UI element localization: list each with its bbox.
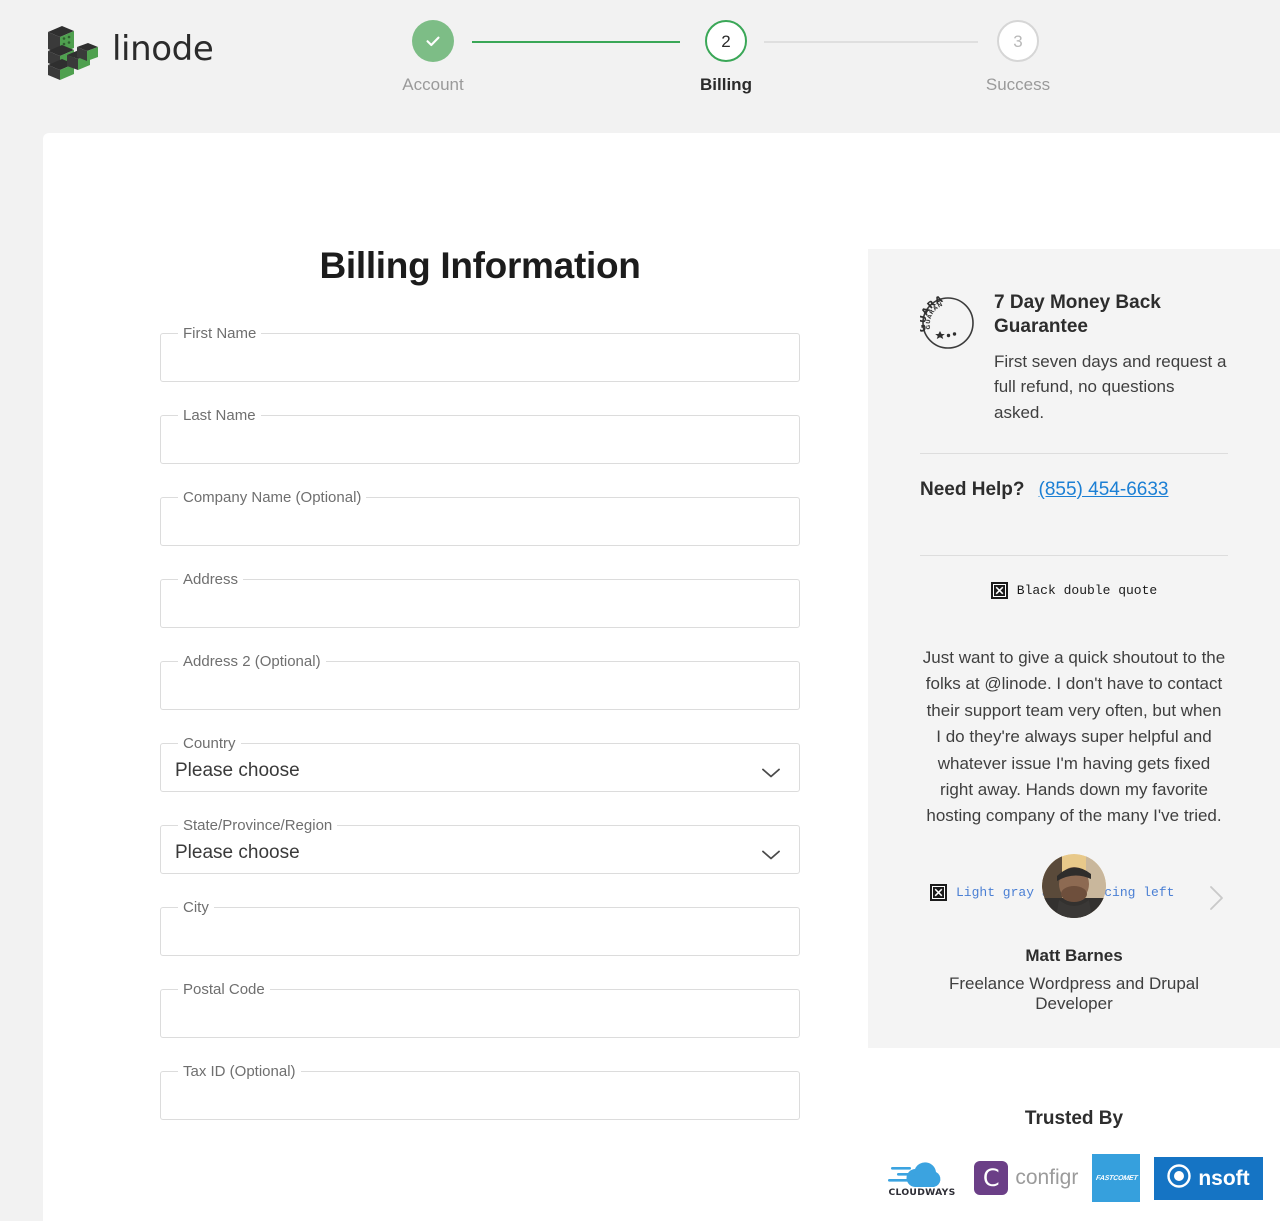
field-box[interactable]: Company Name (Optional)	[160, 489, 800, 546]
chevron-down-icon[interactable]	[761, 848, 781, 860]
quote-mark-row: Black double quote	[920, 556, 1228, 623]
need-help-label: Need Help?	[920, 479, 1025, 501]
carousel-next-button[interactable]	[1204, 882, 1228, 914]
stepper-label-billing: Billing	[661, 75, 791, 95]
testimonial-author-role: Freelance Wordpress and Drupal Developer	[920, 974, 1228, 1014]
brand-name: linode	[112, 32, 213, 66]
form-fields-list: First Name Last Name Company Name (Optio…	[160, 325, 800, 1120]
check-icon	[422, 30, 444, 52]
configr-logo-icon: C configr	[974, 1161, 1078, 1195]
configr-wordmark: configr	[1015, 1166, 1078, 1190]
city-input[interactable]	[175, 935, 785, 937]
field-box[interactable]: Address 2 (Optional)	[160, 653, 800, 710]
field-postal-code[interactable]: Postal Code	[160, 981, 800, 1038]
field-city[interactable]: City	[160, 899, 800, 956]
field-label: State/Province/Region	[178, 817, 337, 834]
field-company-name[interactable]: Company Name (Optional)	[160, 489, 800, 546]
avatar	[1042, 854, 1106, 918]
trusted-by-title: Trusted By	[868, 1108, 1280, 1130]
nsoft-logo-icon: nsoft	[1154, 1157, 1262, 1200]
field-label: First Name	[178, 325, 261, 342]
step-circle-current: 2	[705, 20, 747, 62]
support-phone-link[interactable]: (855) 454-6633	[1039, 479, 1169, 501]
guarantee-text: 7 Day Money Back Guarantee First seven d…	[994, 291, 1228, 425]
tax-id-input[interactable]	[175, 1099, 785, 1101]
stepper-step-billing[interactable]: 2 Billing	[661, 20, 791, 95]
state-select-value[interactable]: Please choose	[175, 843, 761, 864]
nsoft-wordmark: nsoft	[1198, 1168, 1249, 1189]
money-back-guarantee-block: GUARANTEED GUARANTEE 7 Day Money Back Gu…	[920, 291, 1228, 425]
field-label: Country	[178, 735, 241, 752]
field-box[interactable]: State/Province/Region Please choose	[160, 817, 800, 874]
testimonial-author-name: Matt Barnes	[920, 946, 1228, 966]
field-label: Address 2 (Optional)	[178, 653, 326, 670]
stepper-step-success[interactable]: 3 Success	[953, 20, 1083, 95]
content-card: Billing Information First Name Last Name…	[43, 133, 1280, 1221]
chevron-down-icon[interactable]	[761, 766, 781, 778]
step-circle-done	[412, 20, 454, 62]
stepper-connector-1	[472, 41, 680, 43]
field-box[interactable]: City	[160, 899, 800, 956]
billing-form: Billing Information First Name Last Name…	[160, 133, 800, 1145]
field-label: Tax ID (Optional)	[178, 1063, 301, 1080]
step-number: 2	[721, 33, 730, 50]
svg-text:CLOUDWAYS: CLOUDWAYS	[889, 1187, 956, 1197]
first-name-input[interactable]	[175, 361, 785, 363]
address-input[interactable]	[175, 607, 785, 609]
field-box[interactable]: First Name	[160, 325, 800, 382]
field-address-2[interactable]: Address 2 (Optional)	[160, 653, 800, 710]
guarantee-description: First seven days and request a full refu…	[994, 349, 1228, 426]
fastcomet-wordmark: FASTCOMET	[1095, 1175, 1137, 1182]
field-label: City	[178, 899, 214, 916]
postal-code-input[interactable]	[175, 1017, 785, 1019]
stepper-step-account[interactable]: Account	[368, 20, 498, 95]
field-box[interactable]: Postal Code	[160, 981, 800, 1038]
testimonial-carousel: Light gray arrow facing left	[920, 854, 1228, 940]
broken-image-icon	[991, 582, 1008, 599]
company-name-input[interactable]	[175, 525, 785, 527]
brand-logo-link[interactable]: linode	[40, 18, 213, 80]
info-sidebar: GUARANTEED GUARANTEE 7 Day Money Back Gu…	[868, 249, 1280, 1048]
configr-mark: C	[974, 1161, 1008, 1195]
broken-image-icon	[930, 884, 947, 901]
stepper-connector-2	[764, 41, 978, 43]
page-title: Billing Information	[160, 245, 800, 287]
address-2-input[interactable]	[175, 689, 785, 691]
field-last-name[interactable]: Last Name	[160, 407, 800, 464]
step-number: 3	[1013, 33, 1022, 50]
trusted-by-logos: CLOUDWAYS C configr FASTCOMET nsoft	[868, 1154, 1280, 1202]
last-name-input[interactable]	[175, 443, 785, 445]
step-circle-todo: 3	[997, 20, 1039, 62]
field-state-province-region[interactable]: State/Province/Region Please choose	[160, 817, 800, 874]
field-address[interactable]: Address	[160, 571, 800, 628]
need-help-block: Need Help? (855) 454-6633	[920, 454, 1228, 527]
guarantee-title: 7 Day Money Back Guarantee	[994, 291, 1228, 340]
cloudways-logo-icon: CLOUDWAYS	[885, 1155, 960, 1202]
progress-stepper: Account 2 Billing 3 Success	[368, 20, 1068, 110]
page-header: linode Account 2 Billing 3	[0, 0, 1280, 133]
country-select-value[interactable]: Please choose	[175, 761, 761, 782]
field-label: Last Name	[178, 407, 261, 424]
stepper-label-success: Success	[953, 75, 1083, 95]
field-label: Address	[178, 571, 243, 588]
chevron-right-icon	[1204, 901, 1228, 918]
field-box[interactable]: Tax ID (Optional)	[160, 1063, 800, 1120]
field-box[interactable]: Address	[160, 571, 800, 628]
nsoft-mark	[1167, 1164, 1191, 1193]
guarantee-stamp-icon: GUARANTEED GUARANTEE	[920, 295, 976, 351]
quote-mark-alt-text: Black double quote	[1017, 583, 1157, 598]
linode-cube-logo-icon	[40, 18, 100, 80]
stepper-label-account: Account	[368, 75, 498, 95]
field-box[interactable]: Country Please choose	[160, 735, 800, 792]
field-box[interactable]: Last Name	[160, 407, 800, 464]
testimonial-text: Just want to give a quick shoutout to th…	[920, 623, 1228, 829]
fastcomet-logo-icon: FASTCOMET	[1092, 1154, 1140, 1202]
trusted-by-section: Trusted By CLOUDWAYS C configr FASTCOMET	[868, 1108, 1280, 1202]
field-first-name[interactable]: First Name	[160, 325, 800, 382]
field-tax-id[interactable]: Tax ID (Optional)	[160, 1063, 800, 1120]
field-country[interactable]: Country Please choose	[160, 735, 800, 792]
field-label: Postal Code	[178, 981, 270, 998]
field-label: Company Name (Optional)	[178, 489, 366, 506]
quote-mark-broken-image: Black double quote	[991, 582, 1157, 599]
